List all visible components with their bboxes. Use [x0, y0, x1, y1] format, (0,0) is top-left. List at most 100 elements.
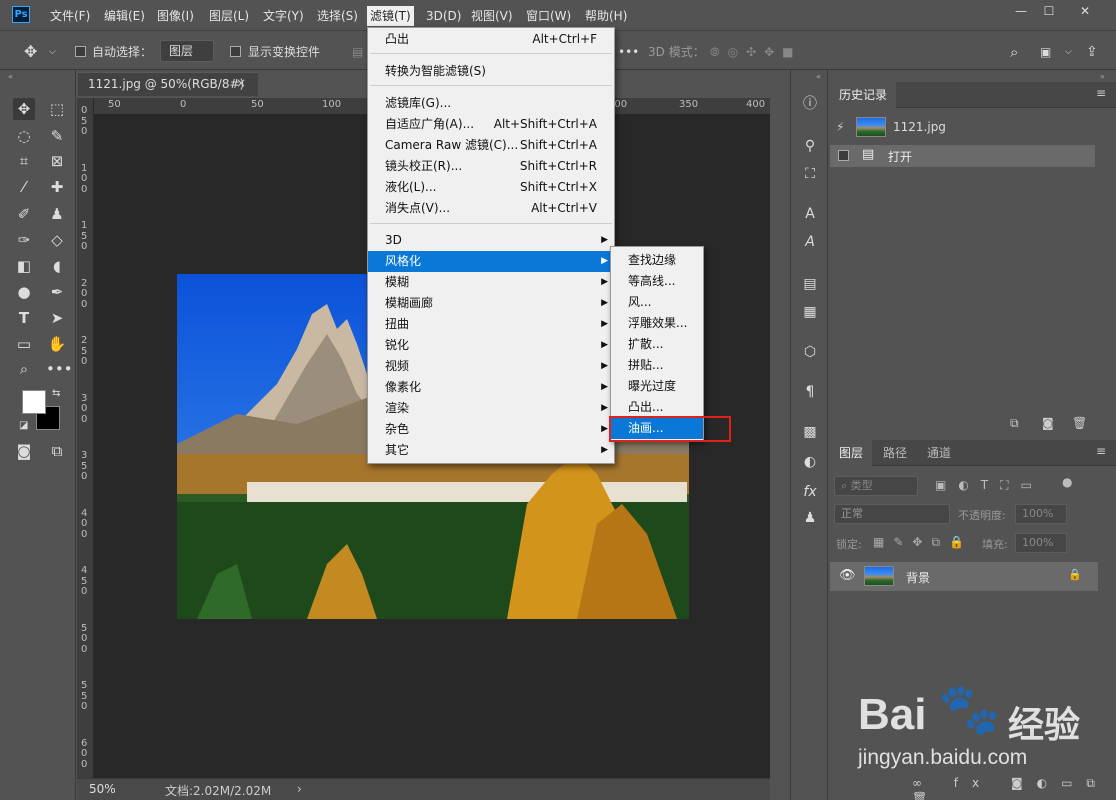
menu-filter[interactable]: 滤镜(T) — [367, 6, 414, 26]
lock-icons[interactable]: ▦✎✥⧉🔒 — [873, 535, 973, 550]
menu-item-filter-gallery[interactable]: 滤镜库(G)... — [368, 93, 614, 114]
eyedropper-icon[interactable]: ⁄ — [13, 176, 35, 198]
close-tab-icon[interactable]: × — [236, 76, 246, 90]
submenu-item-diffuse[interactable]: 扩散... — [611, 334, 703, 355]
3d-mode-icons[interactable]: ⦾◎✣✥■ — [710, 43, 802, 61]
auto-select-checkbox[interactable] — [75, 46, 86, 57]
menu-item-noise[interactable]: 杂色 ▶ — [368, 419, 614, 440]
blur-icon[interactable]: ◖ — [46, 255, 68, 277]
layer-row[interactable]: 👁 背景 🔒 — [830, 562, 1098, 591]
menu-item-other[interactable]: 其它 ▶ — [368, 440, 614, 461]
menu-item-smart-filter[interactable]: 转换为智能滤镜(S) — [368, 61, 614, 82]
menu-item-vanishing-point[interactable]: 消失点(V)... Alt+Ctrl+V — [368, 198, 614, 219]
share-icon[interactable]: ⇪ — [1086, 43, 1098, 61]
zoom-level[interactable]: 50% — [89, 782, 116, 796]
styles-icon[interactable]: ◐ — [800, 452, 820, 472]
menu-select[interactable]: 选择(S) — [317, 6, 358, 26]
menu-item-lens-correction[interactable]: 镜头校正(R)... Shift+Ctrl+R — [368, 156, 614, 177]
type-icon[interactable]: T — [13, 307, 35, 329]
menu-item-adaptive-wide-angle[interactable]: 自适应广角(A)... Alt+Shift+Ctrl+A — [368, 114, 614, 135]
channels-icon[interactable]: ▩ — [800, 422, 820, 442]
history-brush-source-icon[interactable]: ⚡ — [836, 120, 844, 134]
screen-mode-icon[interactable]: ⧉ — [46, 440, 68, 462]
panel-menu-icon[interactable]: ≡ — [1096, 86, 1106, 100]
history-step[interactable]: ▤ 打开 — [830, 145, 1095, 167]
auto-select-dropdown[interactable]: 图层 — [160, 40, 214, 62]
dodge-icon[interactable]: ● — [13, 281, 35, 303]
stamp-panel-icon[interactable]: ♟ — [800, 508, 820, 528]
opacity-field[interactable]: 100% — [1015, 504, 1067, 524]
trash-icon[interactable]: 🗑 — [1072, 416, 1087, 430]
snapshot-name[interactable]: 1121.jpg — [893, 120, 946, 134]
frame-icon[interactable]: ⊠ — [46, 150, 68, 172]
menu-item-3d[interactable]: 3D ▶ — [368, 230, 614, 251]
blend-mode-dropdown[interactable]: 正常 — [834, 504, 950, 524]
brush-settings-icon[interactable]: ⚲ — [800, 136, 820, 156]
collapse-icon[interactable]: « — [8, 72, 13, 81]
glyphs-icon[interactable]: A — [800, 232, 820, 252]
hand-icon[interactable]: ✋ — [46, 333, 68, 355]
tab-paths[interactable]: 路径 — [874, 440, 916, 466]
menu-3d[interactable]: 3D(D) — [426, 6, 461, 26]
default-colors-icon[interactable]: ◪ — [19, 420, 28, 431]
camera-icon[interactable]: ◙ — [1042, 416, 1054, 430]
menu-item-pixelate[interactable]: 像素化 ▶ — [368, 377, 614, 398]
menu-item-sharpen[interactable]: 锐化 ▶ — [368, 335, 614, 356]
panel-menu-icon[interactable]: ≡ — [1096, 444, 1106, 458]
workspace-icon[interactable]: ▣ — [1040, 43, 1051, 61]
menu-item-blur-gallery[interactable]: 模糊画廊 ▶ — [368, 293, 614, 314]
more-options-icon[interactable]: ••• — [618, 43, 639, 61]
new-document-from-state-icon[interactable]: ⧉ — [1010, 416, 1019, 431]
magic-wand-icon[interactable]: ✎ — [46, 125, 68, 147]
collapse-icon[interactable]: « — [816, 72, 821, 81]
fx-icon[interactable]: fx — [800, 482, 820, 502]
close-button[interactable]: ✕ — [1068, 2, 1102, 20]
menu-item-distort[interactable]: 扭曲 ▶ — [368, 314, 614, 335]
menu-item-video[interactable]: 视频 ▶ — [368, 356, 614, 377]
menu-image[interactable]: 图像(I) — [157, 6, 194, 26]
maximize-button[interactable]: ☐ — [1032, 2, 1066, 20]
crop-icon[interactable]: ⌗ — [13, 150, 35, 172]
fill-field[interactable]: 100% — [1015, 533, 1067, 553]
notes-icon[interactable]: ▦ — [800, 302, 820, 322]
chevron-right-icon[interactable]: › — [297, 782, 302, 796]
menu-window[interactable]: 窗口(W) — [526, 6, 571, 26]
gradient-icon[interactable]: ◧ — [13, 255, 35, 277]
search-icon[interactable]: ⌕ — [1010, 43, 1018, 61]
submenu-item-emboss[interactable]: 浮雕效果... — [611, 313, 703, 334]
lasso-icon[interactable]: ◌ — [13, 125, 35, 147]
menu-view[interactable]: 视图(V) — [471, 6, 513, 26]
menu-help[interactable]: 帮助(H) — [585, 6, 627, 26]
tab-history[interactable]: 历史记录 — [830, 82, 897, 108]
brush-icon[interactable]: ✐ — [13, 203, 35, 225]
menu-item-liquify[interactable]: 液化(L)... Shift+Ctrl+X — [368, 177, 614, 198]
menu-edit[interactable]: 编辑(E) — [104, 6, 145, 26]
submenu-item-extrude[interactable]: 凸出... — [611, 397, 703, 418]
show-transform-checkbox[interactable] — [230, 46, 241, 57]
document-tab[interactable]: 1121.jpg @ 50%(RGB/8#) × — [78, 72, 258, 96]
rectangle-icon[interactable]: ▭ — [13, 333, 35, 355]
chevron-down-icon[interactable]: ⌵ — [49, 43, 56, 61]
tab-layers[interactable]: 图层 — [830, 440, 873, 466]
stamp-icon[interactable]: ♟ — [46, 203, 68, 225]
history-brush-icon[interactable]: ✑ — [13, 229, 35, 251]
history-brush-checkbox[interactable] — [838, 150, 849, 161]
move-icon[interactable]: ✥ — [13, 98, 35, 120]
submenu-item-tiles[interactable]: 拼贴... — [611, 355, 703, 376]
visibility-eye-icon[interactable]: 👁 — [839, 568, 856, 583]
chevron-down-icon[interactable]: ⌵ — [1065, 43, 1072, 61]
menu-file[interactable]: 文件(F) — [50, 6, 90, 26]
layer-name[interactable]: 背景 — [906, 569, 930, 586]
info-icon[interactable]: ⓘ — [800, 94, 820, 114]
menu-layer[interactable]: 图层(L) — [209, 6, 249, 26]
expand-icon[interactable]: » — [1100, 72, 1105, 81]
eraser-icon[interactable]: ◇ — [46, 229, 68, 251]
menu-item-extrude-last[interactable]: 凸出 Alt+Ctrl+F — [368, 29, 614, 50]
pen-icon[interactable]: ✒ — [46, 281, 68, 303]
submenu-item-find-edges[interactable]: 查找边缘 — [611, 250, 703, 271]
character-icon[interactable]: A — [800, 204, 820, 224]
paragraph-icon[interactable]: ¶ — [800, 382, 820, 402]
adjustments-icon[interactable]: ⛶ — [800, 164, 820, 184]
quick-mask-icon[interactable]: ◙ — [13, 440, 35, 462]
layer-kind-filter[interactable]: ⌕ 类型 — [834, 476, 918, 496]
